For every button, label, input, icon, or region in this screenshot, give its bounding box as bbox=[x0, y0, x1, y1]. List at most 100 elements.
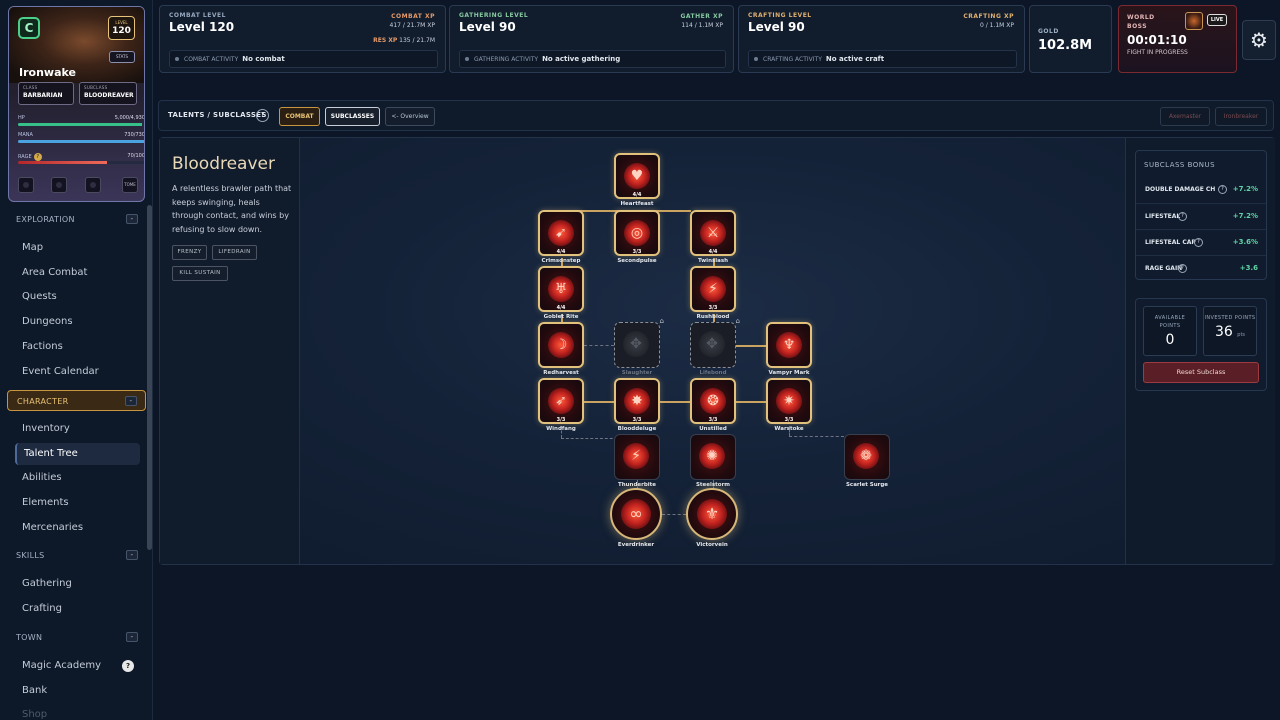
rage-fill bbox=[18, 161, 107, 164]
talent-node-everdrinker[interactable]: ∞ bbox=[610, 488, 662, 540]
talent-node-thunderbite[interactable]: ⚡ bbox=[614, 434, 660, 480]
talent-node-lifebond[interactable]: ✥ ⌂ bbox=[690, 317, 740, 368]
talent-node-secondpulse[interactable]: ◎ 3/3 bbox=[614, 210, 660, 256]
level-badge-value: 120 bbox=[112, 26, 131, 36]
nav-section-skills[interactable]: SKILLS - bbox=[7, 545, 146, 566]
help-icon[interactable]: ? bbox=[256, 109, 269, 122]
crafting-activity: CRAFTING ACTIVITY No active craft bbox=[748, 50, 1017, 68]
help-icon[interactable]: ? bbox=[1194, 238, 1203, 247]
gathering-activity-value: No active gathering bbox=[542, 55, 621, 63]
collapse-toggle[interactable]: - bbox=[126, 214, 138, 224]
talent-node-windfang[interactable]: ➶ 3/3 bbox=[538, 378, 584, 424]
nav-section-town[interactable]: TOWN - bbox=[7, 627, 146, 648]
rage-value: 70/100 bbox=[127, 153, 145, 159]
nav-item-inventory[interactable]: Inventory bbox=[15, 418, 140, 440]
talent-rank: 4/4 bbox=[556, 305, 566, 311]
talent-label: Scarlet Surge bbox=[845, 482, 889, 488]
ability-slot[interactable] bbox=[85, 177, 101, 193]
help-icon[interactable]: ? bbox=[1178, 264, 1187, 273]
tome-slot[interactable]: TOME bbox=[122, 177, 138, 193]
talent-node-twinslash[interactable]: ⚔ 4/4 bbox=[690, 210, 736, 256]
subclass-value: BLOODREAVER bbox=[84, 92, 134, 99]
nav-item-elements[interactable]: Elements bbox=[15, 492, 140, 514]
nav-item-bank[interactable]: Bank bbox=[15, 680, 140, 702]
gear-icon[interactable]: ⚙ bbox=[1242, 20, 1276, 60]
reset-subclass-button[interactable]: Reset Subclass bbox=[1143, 362, 1259, 383]
bonus-value: +3.6% bbox=[1232, 238, 1258, 246]
nav-item-dungeons[interactable]: Dungeons bbox=[15, 311, 140, 333]
invested-points-value: 36 bbox=[1214, 324, 1233, 340]
rage-help-icon[interactable]: ? bbox=[33, 153, 42, 161]
nav-item-crafting[interactable]: Crafting bbox=[15, 598, 140, 620]
rage-label-wrap: RAGE? bbox=[18, 153, 42, 161]
talent-icon: ✷ bbox=[776, 388, 802, 414]
nav-item-quests[interactable]: Quests bbox=[15, 286, 140, 308]
talent-node-unstilled[interactable]: ❂ 3/3 bbox=[690, 378, 736, 424]
world-boss-panel[interactable]: WORLD BOSS LIVE 00:01:10 FIGHT IN PROGRE… bbox=[1118, 5, 1237, 73]
help-icon[interactable]: ? bbox=[1178, 212, 1187, 221]
talent-node-redharvest[interactable]: ☽ bbox=[538, 322, 584, 368]
stats-button[interactable]: STATS bbox=[109, 51, 135, 63]
character-card[interactable]: C LEVEL 120 STATS Ironwake CLASS BARBARI… bbox=[8, 6, 145, 202]
mana-label: MANA bbox=[18, 132, 33, 138]
nav-item-abilities[interactable]: Abilities bbox=[15, 467, 140, 489]
collapse-toggle[interactable]: - bbox=[126, 550, 138, 560]
talent-node-slaughter[interactable]: ✥ ⌂ bbox=[614, 317, 664, 368]
combat-xp-label: COMBAT XP bbox=[391, 13, 435, 20]
talent-icon: ♆ bbox=[776, 332, 802, 358]
talent-node-crimsonstep[interactable]: ➹ 4/4 bbox=[538, 210, 584, 256]
talent-node-goblet-rite[interactable]: ♅ 4/4 bbox=[538, 266, 584, 312]
nav-item-shop[interactable]: Shop bbox=[15, 704, 140, 720]
collapse-toggle[interactable]: - bbox=[126, 632, 138, 642]
nav-section-character[interactable]: CHARACTER - bbox=[7, 390, 146, 411]
talent-rank: 3/3 bbox=[556, 417, 566, 423]
tab-ironbreaker[interactable]: Ironbreaker bbox=[1215, 107, 1267, 126]
talent-node-steelstorm[interactable]: ✺ bbox=[690, 434, 736, 480]
tag-kill-sustain: KILL SUSTAIN bbox=[172, 266, 228, 281]
talent-node-warstoke[interactable]: ✷ 3/3 bbox=[766, 378, 812, 424]
talent-node-vampyr-mark[interactable]: ♆ bbox=[766, 322, 812, 368]
nav-item-gathering[interactable]: Gathering bbox=[15, 573, 140, 595]
talent-icon: ⚔ bbox=[700, 220, 726, 246]
points-box: AVAILABLE POINTS 0 INVESTED POINTS 36 pt… bbox=[1135, 298, 1267, 391]
mana-value: 730/730 bbox=[124, 132, 145, 138]
collapse-toggle[interactable]: - bbox=[125, 396, 137, 406]
nav-item-talent-tree[interactable]: Talent Tree bbox=[15, 443, 140, 465]
talent-node-blooddeluge[interactable]: ✸ 3/3 bbox=[614, 378, 660, 424]
nav-item-magic-academy[interactable]: Magic Academy? bbox=[15, 655, 140, 677]
tab-axemaster[interactable]: Axemaster bbox=[1160, 107, 1210, 126]
combat-activity-value: No combat bbox=[242, 55, 285, 63]
talent-icon: ♅ bbox=[548, 276, 574, 302]
talent-connector bbox=[584, 401, 614, 403]
nav-item-factions[interactable]: Factions bbox=[15, 336, 140, 358]
talent-label: Blooddeluge bbox=[617, 426, 657, 432]
nav-section-label: CHARACTER bbox=[17, 397, 69, 406]
nav-item-area-combat[interactable]: Area Combat bbox=[15, 262, 140, 284]
talent-node-rushblood[interactable]: ⚡ 3/3 bbox=[690, 266, 736, 312]
bonus-row: DOUBLE DAMAGE CHA...? +7.2% bbox=[1136, 177, 1266, 203]
talent-connector bbox=[584, 345, 614, 346]
talent-icon: ☽ bbox=[548, 332, 574, 358]
tab-subclasses[interactable]: SUBCLASSES bbox=[325, 107, 380, 126]
talent-label: Unstilled bbox=[699, 426, 727, 432]
bonus-name: LIFESTEAL CAP bbox=[1145, 239, 1196, 246]
gathering-level-panel: GATHERING LEVEL Level 90 GATHER XP 114 /… bbox=[449, 5, 734, 73]
nav-item-map[interactable]: Map bbox=[15, 237, 140, 259]
ability-slot[interactable] bbox=[18, 177, 34, 193]
ability-slots: TOME bbox=[18, 177, 138, 193]
tab-combat[interactable]: COMBAT bbox=[279, 107, 320, 126]
talent-rank: 4/4 bbox=[632, 192, 642, 198]
talent-node-heartfeast[interactable]: ♥ 4/4 bbox=[614, 153, 660, 199]
level-badge: LEVEL 120 bbox=[108, 16, 135, 40]
talent-icon: ✥ bbox=[699, 331, 725, 357]
nav-section-exploration[interactable]: EXPLORATION - bbox=[7, 209, 146, 230]
talent-rank: 3/3 bbox=[632, 417, 642, 423]
help-icon[interactable]: ? bbox=[1218, 185, 1227, 194]
overview-button[interactable]: <- Overview bbox=[385, 107, 435, 126]
nav-item-event-calendar[interactable]: Event Calendar bbox=[15, 361, 140, 383]
talent-node-scarlet-surge[interactable]: ❁ bbox=[844, 434, 890, 480]
nav-item-mercenaries[interactable]: Mercenaries bbox=[15, 517, 140, 539]
ability-slot[interactable] bbox=[51, 177, 67, 193]
talent-node-victorvein[interactable]: ⚜ bbox=[686, 488, 738, 540]
sidebar-scrollbar[interactable] bbox=[147, 205, 152, 550]
